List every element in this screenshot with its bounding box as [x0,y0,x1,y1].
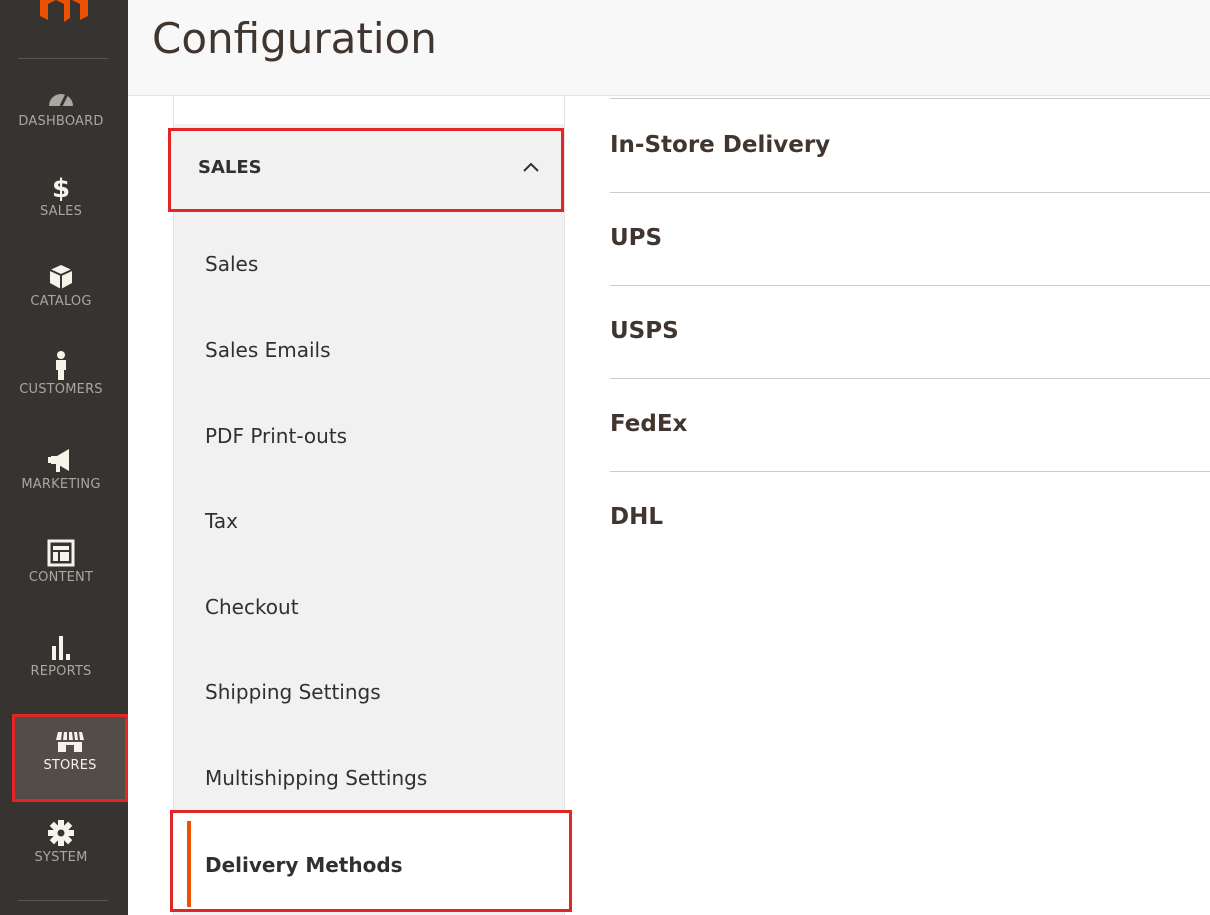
nav-item-marketing[interactable]: MARKETING [0,445,122,537]
nav-item-catalog[interactable]: CATALOG [0,262,122,354]
config-tab-tax[interactable]: Tax [205,509,238,533]
nav-item-content[interactable]: CONTENT [0,538,122,630]
config-tab-sales[interactable]: Sales [205,252,258,276]
section-dhl[interactable]: DHL [610,472,1210,565]
dollar-icon: $ [52,174,70,202]
nav-item-customers[interactable]: CUSTOMERS [0,350,122,442]
config-tab-sales-emails[interactable]: Sales Emails [205,338,331,362]
dashboard-icon [49,93,73,107]
nav-label: SALES [39,204,83,219]
nav-label: MARKETING [21,477,101,492]
nav-label: DASHBOARD [18,114,104,129]
chevron-up-icon [523,162,539,172]
section-title: USPS [610,318,679,344]
megaphone-icon [48,449,69,472]
section-ups[interactable]: UPS [610,193,1210,286]
nav-item-reports[interactable]: REPORTS [0,632,122,724]
layout-icon [47,539,75,567]
magento-logo[interactable] [0,0,128,60]
nav-label: CUSTOMERS [19,382,103,397]
config-tab-delivery-methods[interactable]: Delivery Methods [170,810,572,912]
box-icon [49,265,73,289]
active-indicator [187,821,191,907]
config-tabs-top [173,96,565,124]
section-usps[interactable]: USPS [610,286,1210,379]
section-title: FedEx [610,411,688,437]
bar-chart-icon [52,636,70,660]
nav-label: STORES [43,758,97,773]
storefront-icon [56,731,84,752]
nav-divider [18,58,108,59]
config-group-sales[interactable]: SALES [168,128,564,212]
config-tab-multishipping-settings[interactable]: Multishipping Settings [205,766,427,790]
nav-divider [18,900,108,901]
nav-item-stores[interactable]: STORES [12,714,128,802]
nav-label: CONTENT [28,570,94,585]
nav-item-dashboard[interactable]: DASHBOARD [0,82,122,174]
section-in-store-delivery[interactable]: In-Store Delivery [610,100,1210,193]
page-title: Configuration [152,14,437,63]
nav-label: REPORTS [30,664,92,679]
config-tabs-panel [173,96,565,915]
nav-label: CATALOG [30,294,92,309]
nav-label: SYSTEM [34,850,88,865]
person-icon [56,351,66,380]
section-title: In-Store Delivery [610,132,831,158]
gear-icon [48,820,74,846]
config-tab-shipping-settings[interactable]: Shipping Settings [205,680,381,704]
section-fedex[interactable]: FedEx [610,379,1210,472]
nav-item-sales[interactable]: $ SALES [0,172,122,264]
config-tab-pdf-print-outs[interactable]: PDF Print-outs [205,424,347,448]
admin-sidebar: DASHBOARD $ SALES CATALOG CUSTOMERS MARK… [0,0,128,915]
svg-text:$: $ [52,174,70,202]
config-tab-label: Delivery Methods [205,853,403,877]
section-divider [610,98,1210,99]
config-tab-checkout[interactable]: Checkout [205,595,299,619]
nav-item-system[interactable]: SYSTEM [0,818,122,910]
section-title: DHL [610,504,663,530]
section-title: UPS [610,225,663,251]
config-group-title: SALES [198,157,262,178]
page-header: Configuration [128,0,1210,96]
